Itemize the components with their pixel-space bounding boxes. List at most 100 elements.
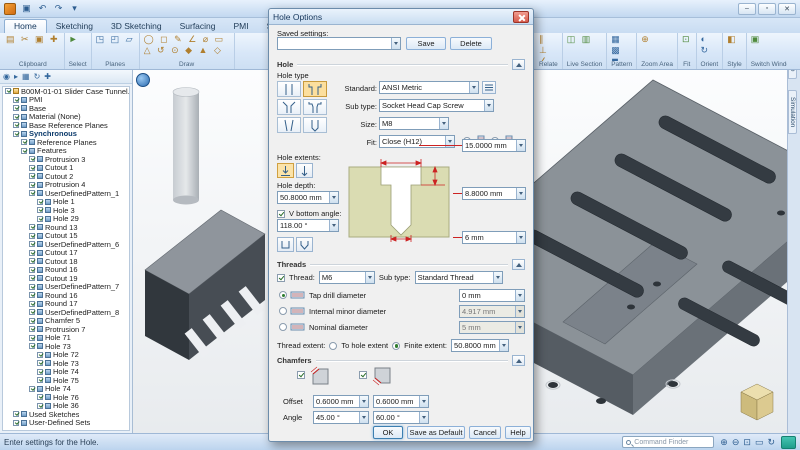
ribbon-tab[interactable]: Home <box>4 19 47 33</box>
tree-item[interactable]: Material (None) <box>3 113 129 122</box>
tree-item-checkbox[interactable] <box>29 258 35 264</box>
ribbon-tab[interactable]: Surfacing <box>171 20 225 33</box>
tree-item[interactable]: Cutout 17 <box>3 249 129 258</box>
ribbon-group-icons[interactable]: ▤ ✂ ▣ ✚ <box>6 34 60 61</box>
tree-item-checkbox[interactable] <box>29 182 35 188</box>
tree-item[interactable]: Hole 71 <box>3 334 129 343</box>
offset1-combo[interactable]: 0.6000 mm <box>313 395 369 408</box>
tree-item-checkbox[interactable] <box>29 335 35 341</box>
pathfinder-toolbar-icon[interactable]: ↻ <box>34 72 41 81</box>
ribbon-group-icons[interactable]: ◐ ↻ <box>701 34 719 61</box>
offset2-combo[interactable]: 0.6000 mm <box>373 395 429 408</box>
tree-item-checkbox[interactable] <box>29 326 35 332</box>
delete-button[interactable]: Delete <box>450 37 492 50</box>
tree-item[interactable]: Hole 73 <box>3 359 129 368</box>
thread-diameter-value-combo[interactable]: 0 mm <box>459 289 525 302</box>
help-button[interactable]: Help <box>505 426 531 439</box>
v-bottom-checkbox[interactable] <box>277 210 285 218</box>
tree-item-checkbox[interactable] <box>37 207 43 213</box>
counterbore-diameter-combo[interactable]: 6 mm <box>462 231 526 244</box>
thread-diameter-value-combo[interactable]: 4.917 mm <box>459 305 525 318</box>
ribbon-tab[interactable]: 3D Sketching <box>102 20 171 33</box>
ok-button[interactable]: OK <box>373 426 403 439</box>
tree-item[interactable]: Cutout 1 <box>3 164 129 173</box>
tree-item-checkbox[interactable] <box>37 394 43 400</box>
ribbon-group-icons[interactable]: ◧ <box>727 34 741 61</box>
hole-type-tapered-button[interactable] <box>277 117 301 133</box>
ribbon-group-icons[interactable]: ⊕ <box>641 34 673 61</box>
tree-item[interactable]: Reference Planes <box>3 138 129 147</box>
to-hole-extent-radio[interactable] <box>329 342 337 350</box>
view-control-icon[interactable]: ⊕ <box>720 437 728 448</box>
tree-item-checkbox[interactable] <box>37 199 43 205</box>
command-finder-input[interactable]: Command Finder <box>622 436 714 448</box>
tree-item[interactable]: Cutout 18 <box>3 257 129 266</box>
tree-item-checkbox[interactable] <box>13 105 19 111</box>
tree-item-checkbox[interactable] <box>29 386 35 392</box>
tree-item[interactable]: Hole 74 <box>3 368 129 377</box>
pathfinder-toolbar-icon[interactable]: ◉ <box>3 72 10 81</box>
tree-item[interactable]: Hole 76 <box>3 393 129 402</box>
save-button[interactable]: Save <box>406 37 446 50</box>
tree-item[interactable]: Hole 29 <box>3 215 129 224</box>
tree-item[interactable]: Hole 3 <box>3 206 129 215</box>
view-control-icon[interactable]: ↻ <box>767 437 775 448</box>
thread-subtype-combo[interactable]: Standard Thread <box>415 271 503 284</box>
tree-item[interactable]: Cutout 19 <box>3 274 129 283</box>
chamfer-bottom-checkbox[interactable] <box>359 371 367 379</box>
quick-access-icon[interactable]: ▾ <box>68 2 81 15</box>
tree-item-checkbox[interactable] <box>29 292 35 298</box>
tree-item[interactable]: Round 17 <box>3 300 129 309</box>
view-control-icon[interactable]: ⊖ <box>732 437 740 448</box>
tree-item-checkbox[interactable] <box>37 216 43 222</box>
subtype-combo[interactable]: Socket Head Cap Screw <box>379 99 494 112</box>
tree-item[interactable]: Hole 1 <box>3 198 129 207</box>
flat-bottom-button[interactable] <box>277 237 294 252</box>
tree-item-checkbox[interactable] <box>29 156 35 162</box>
tree-item[interactable]: Round 16 <box>3 266 129 275</box>
save-as-default-button[interactable]: Save as Default <box>407 426 465 439</box>
tree-item[interactable]: Base Reference Planes <box>3 121 129 130</box>
tree-item-checkbox[interactable] <box>29 318 35 324</box>
tree-item[interactable]: B00M-01-01 Slider Case Tunnel.par <box>3 87 129 96</box>
tree-item[interactable]: Hole 75 <box>3 376 129 385</box>
tree-item[interactable]: UserDefinedPattern_7 <box>3 283 129 292</box>
ribbon-group-icons[interactable]: ▦ ▩ ◼ <box>611 34 632 61</box>
standards-list-button[interactable] <box>482 81 496 94</box>
tree-item[interactable]: Hole 74 <box>3 385 129 394</box>
collapse-threads-group-button[interactable] <box>512 259 525 270</box>
window-control-icon[interactable]: ▫ <box>758 3 776 15</box>
tree-item[interactable]: Base <box>3 104 129 113</box>
tree-item-checkbox[interactable] <box>13 122 19 128</box>
tree-item-checkbox[interactable] <box>29 284 35 290</box>
chamfer-top-checkbox[interactable] <box>297 371 305 379</box>
tree-item[interactable]: Protrusion 3 <box>3 155 129 164</box>
tree-item-checkbox[interactable] <box>29 165 35 171</box>
tree-item[interactable]: Cutout 15 <box>3 232 129 241</box>
tree-item[interactable]: Hole 73 <box>3 342 129 351</box>
tree-item[interactable]: Synchronous <box>3 130 129 139</box>
tree-item-checkbox[interactable] <box>29 301 35 307</box>
tree-item-checkbox[interactable] <box>29 190 35 196</box>
ribbon-group-icons[interactable]: ◯ ◻ ✎ ∠ ⌀ ▭ △ ↺ ⊙ ◆ ▲ ◇ <box>144 34 230 61</box>
angle2-combo[interactable]: 60.00 ° <box>373 411 429 424</box>
tree-item-checkbox[interactable] <box>29 275 35 281</box>
collapse-hole-group-button[interactable] <box>512 59 525 70</box>
v-bottom-angle-combo[interactable]: 118.00 ° <box>277 219 339 232</box>
tree-item-checkbox[interactable] <box>5 88 11 94</box>
tree-item[interactable]: Round 16 <box>3 291 129 300</box>
tree-item[interactable]: PMI <box>3 96 129 105</box>
view-control-icon[interactable]: ▭ <box>755 437 764 448</box>
tree-item-checkbox[interactable] <box>29 309 35 315</box>
thread-diameter-radio[interactable] <box>279 323 287 331</box>
thread-diameter-radio[interactable] <box>279 291 287 299</box>
tree-item-checkbox[interactable] <box>29 224 35 230</box>
hole-type-countersink-button[interactable] <box>277 99 301 115</box>
tree-item-checkbox[interactable] <box>37 369 43 375</box>
thread-diameter-radio[interactable] <box>279 307 287 315</box>
view-control-icon[interactable]: ⊡ <box>743 437 751 448</box>
tree-item-checkbox[interactable] <box>13 114 19 120</box>
hole-type-counterdrill-button[interactable] <box>303 99 327 115</box>
tree-item[interactable]: User-Defined Sets <box>3 419 129 428</box>
tree-item[interactable]: UserDefinedPattern_8 <box>3 308 129 317</box>
